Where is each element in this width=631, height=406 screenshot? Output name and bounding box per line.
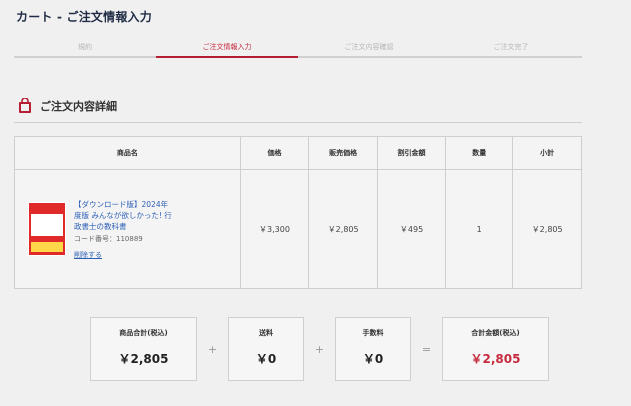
step-complete: ご注文完了 <box>440 42 582 58</box>
step-label: ご注文内容確認 <box>344 43 394 51</box>
quantity-cell: 1 <box>445 169 514 289</box>
items-total-box: 商品合計(税込) ￥2,805 <box>90 317 197 381</box>
grand-total-box: 合計金額(税込) ￥2,805 <box>442 317 549 381</box>
col-sale-price: 販売価格 <box>308 136 378 170</box>
grand-total-value: ￥2,805 <box>470 352 521 366</box>
section-title: ご注文内容詳細 <box>40 100 117 113</box>
col-product: 商品名 <box>14 136 241 170</box>
step-confirm: ご注文内容確認 <box>298 42 440 58</box>
price-cell: ￥3,300 <box>239 169 310 289</box>
table-row: 【ダウンロード版】2024年度版 みんなが欲しかった! 行政書士の教科書 コード… <box>14 169 582 289</box>
cover-footer <box>31 242 63 252</box>
step-bar <box>156 56 298 58</box>
items-total-value: ￥2,805 <box>118 352 169 366</box>
fee-value: ￥0 <box>362 352 384 366</box>
order-items-table: 商品名 価格 販売価格 割引金額 数量 小計 【ダウンロード版】2024年度版 … <box>14 136 582 289</box>
product-code: コード番号：110889 <box>74 234 143 243</box>
product-name-link[interactable]: 【ダウンロード版】2024年度版 みんなが欲しかった! 行政書士の教科書 <box>74 199 174 232</box>
step-terms: 規約 <box>14 42 156 58</box>
step-order-info: ご注文情報入力 <box>156 42 298 58</box>
items-total-label: 商品合計(税込) <box>119 329 168 337</box>
fee-label: 手数料 <box>362 329 384 337</box>
section-header: ご注文内容詳細 <box>18 97 117 114</box>
step-label: 規約 <box>78 43 92 51</box>
plus-sign: + <box>207 342 218 356</box>
discount-cell: ￥495 <box>376 169 447 289</box>
grand-total-label: 合計金額(税込) <box>471 329 520 337</box>
step-bar <box>298 56 440 58</box>
shipping-label: 送料 <box>259 329 273 337</box>
equals-sign: = <box>421 342 432 356</box>
remove-item-link[interactable]: 削除する <box>74 250 174 260</box>
shipping-box: 送料 ￥0 <box>228 317 304 381</box>
col-quantity: 数量 <box>445 136 514 170</box>
product-text: 【ダウンロード版】2024年度版 みんなが欲しかった! 行政書士の教科書 コード… <box>74 199 174 260</box>
shopping-bag-icon <box>18 97 32 114</box>
divider <box>14 122 582 123</box>
step-bar <box>14 56 156 58</box>
product-cell: 【ダウンロード版】2024年度版 みんなが欲しかった! 行政書士の教科書 コード… <box>14 169 241 289</box>
fee-box: 手数料 ￥0 <box>335 317 411 381</box>
order-summary: 商品合計(税込) ￥2,805 + 送料 ￥0 + 手数料 ￥0 = 合計金額(… <box>90 317 549 381</box>
subtotal-cell: ￥2,805 <box>512 169 582 289</box>
sale-price-cell: ￥2,805 <box>308 169 378 289</box>
plus-sign: + <box>314 342 325 356</box>
product-info: 【ダウンロード版】2024年度版 みんなが欲しかった! 行政書士の教科書 コード… <box>16 199 239 260</box>
step-label: ご注文完了 <box>493 43 529 51</box>
product-thumbnail[interactable] <box>28 202 66 256</box>
col-discount: 割引金額 <box>376 136 447 170</box>
col-subtotal: 小計 <box>512 136 582 170</box>
table-header-row: 商品名 価格 販売価格 割引金額 数量 小計 <box>14 136 582 170</box>
cover-band <box>31 214 63 236</box>
step-bar <box>440 56 582 58</box>
checkout-steps: 規約 ご注文情報入力 ご注文内容確認 ご注文完了 <box>14 42 582 58</box>
page-title: カート - ご注文情報入力 <box>16 10 152 24</box>
shipping-value: ￥0 <box>255 352 277 366</box>
step-label: ご注文情報入力 <box>202 43 252 51</box>
col-price: 価格 <box>239 136 310 170</box>
